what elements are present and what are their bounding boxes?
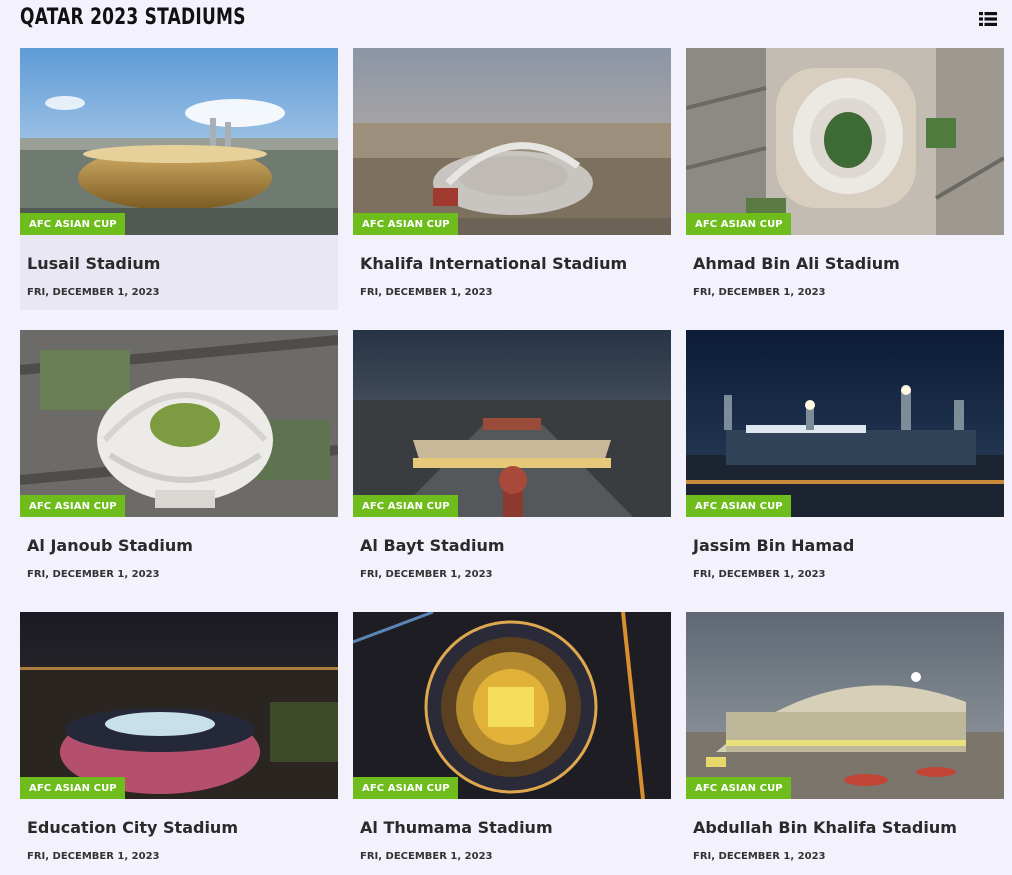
card-date: FRI, DECEMBER 1, 2023 bbox=[693, 287, 826, 298]
category-badge[interactable]: AFC ASIAN CUP bbox=[20, 777, 125, 799]
card-date: FRI, DECEMBER 1, 2023 bbox=[27, 569, 160, 580]
card-date: FRI, DECEMBER 1, 2023 bbox=[27, 851, 160, 862]
category-badge[interactable]: AFC ASIAN CUP bbox=[686, 495, 791, 517]
category-badge[interactable]: AFC ASIAN CUP bbox=[686, 777, 791, 799]
card-date: FRI, DECEMBER 1, 2023 bbox=[360, 569, 493, 580]
card-date: FRI, DECEMBER 1, 2023 bbox=[360, 851, 493, 862]
page-header: QATAR 2023 STADIUMS bbox=[20, 0, 1000, 40]
jassim-bin-hamad-stadium-photo[interactable]: AFC ASIAN CUP bbox=[686, 330, 1004, 517]
card-title[interactable]: Al Janoub Stadium bbox=[27, 536, 193, 555]
stadium-card[interactable]: AFC ASIAN CUP Al Thumama Stadium FRI, DE… bbox=[353, 612, 671, 874]
category-badge[interactable]: AFC ASIAN CUP bbox=[686, 213, 791, 235]
card-title[interactable]: Al Bayt Stadium bbox=[360, 536, 505, 555]
card-title[interactable]: Lusail Stadium bbox=[27, 254, 160, 273]
al-janoub-stadium-photo[interactable]: AFC ASIAN CUP bbox=[20, 330, 338, 517]
stadium-card[interactable]: AFC ASIAN CUP Khalifa International Stad… bbox=[353, 48, 671, 310]
stadium-card[interactable]: AFC ASIAN CUP Al Bayt Stadium FRI, DECEM… bbox=[353, 330, 671, 592]
card-title[interactable]: Abdullah Bin Khalifa Stadium bbox=[693, 818, 957, 837]
lusail-stadium-photo[interactable]: AFC ASIAN CUP bbox=[20, 48, 338, 235]
stadium-card[interactable]: AFC ASIAN CUP Ahmad Bin Ali Stadium FRI,… bbox=[686, 48, 1004, 310]
stadium-card[interactable]: AFC ASIAN CUP Al Janoub Stadium FRI, DEC… bbox=[20, 330, 338, 592]
card-title[interactable]: Jassim Bin Hamad bbox=[693, 536, 854, 555]
card-date: FRI, DECEMBER 1, 2023 bbox=[27, 287, 160, 298]
card-date: FRI, DECEMBER 1, 2023 bbox=[360, 287, 493, 298]
al-thumama-stadium-photo[interactable]: AFC ASIAN CUP bbox=[353, 612, 671, 799]
abdullah-bin-khalifa-stadium-photo[interactable]: AFC ASIAN CUP bbox=[686, 612, 1004, 799]
category-badge[interactable]: AFC ASIAN CUP bbox=[20, 495, 125, 517]
card-title[interactable]: Education City Stadium bbox=[27, 818, 238, 837]
stadium-card[interactable]: AFC ASIAN CUP Lusail Stadium FRI, DECEMB… bbox=[20, 48, 338, 310]
category-badge[interactable]: AFC ASIAN CUP bbox=[20, 213, 125, 235]
stadium-card[interactable]: AFC ASIAN CUP Education City Stadium FRI… bbox=[20, 612, 338, 874]
page-title: QATAR 2023 STADIUMS bbox=[20, 5, 246, 30]
card-title[interactable]: Al Thumama Stadium bbox=[360, 818, 553, 837]
education-city-stadium-photo[interactable]: AFC ASIAN CUP bbox=[20, 612, 338, 799]
card-date: FRI, DECEMBER 1, 2023 bbox=[693, 569, 826, 580]
stadium-grid: AFC ASIAN CUP Lusail Stadium FRI, DECEMB… bbox=[20, 48, 1004, 874]
category-badge[interactable]: AFC ASIAN CUP bbox=[353, 495, 458, 517]
category-badge[interactable]: AFC ASIAN CUP bbox=[353, 777, 458, 799]
stadium-card[interactable]: AFC ASIAN CUP Jassim Bin Hamad FRI, DECE… bbox=[686, 330, 1004, 592]
ahmad-bin-ali-stadium-photo[interactable]: AFC ASIAN CUP bbox=[686, 48, 1004, 235]
category-badge[interactable]: AFC ASIAN CUP bbox=[353, 213, 458, 235]
stadium-card[interactable]: AFC ASIAN CUP Abdullah Bin Khalifa Stadi… bbox=[686, 612, 1004, 874]
card-title[interactable]: Ahmad Bin Ali Stadium bbox=[693, 254, 900, 273]
card-title[interactable]: Khalifa International Stadium bbox=[360, 254, 627, 273]
card-date: FRI, DECEMBER 1, 2023 bbox=[693, 851, 826, 862]
al-bayt-stadium-photo[interactable]: AFC ASIAN CUP bbox=[353, 330, 671, 517]
khalifa-stadium-photo[interactable]: AFC ASIAN CUP bbox=[353, 48, 671, 235]
list-view-icon[interactable] bbox=[979, 11, 997, 27]
